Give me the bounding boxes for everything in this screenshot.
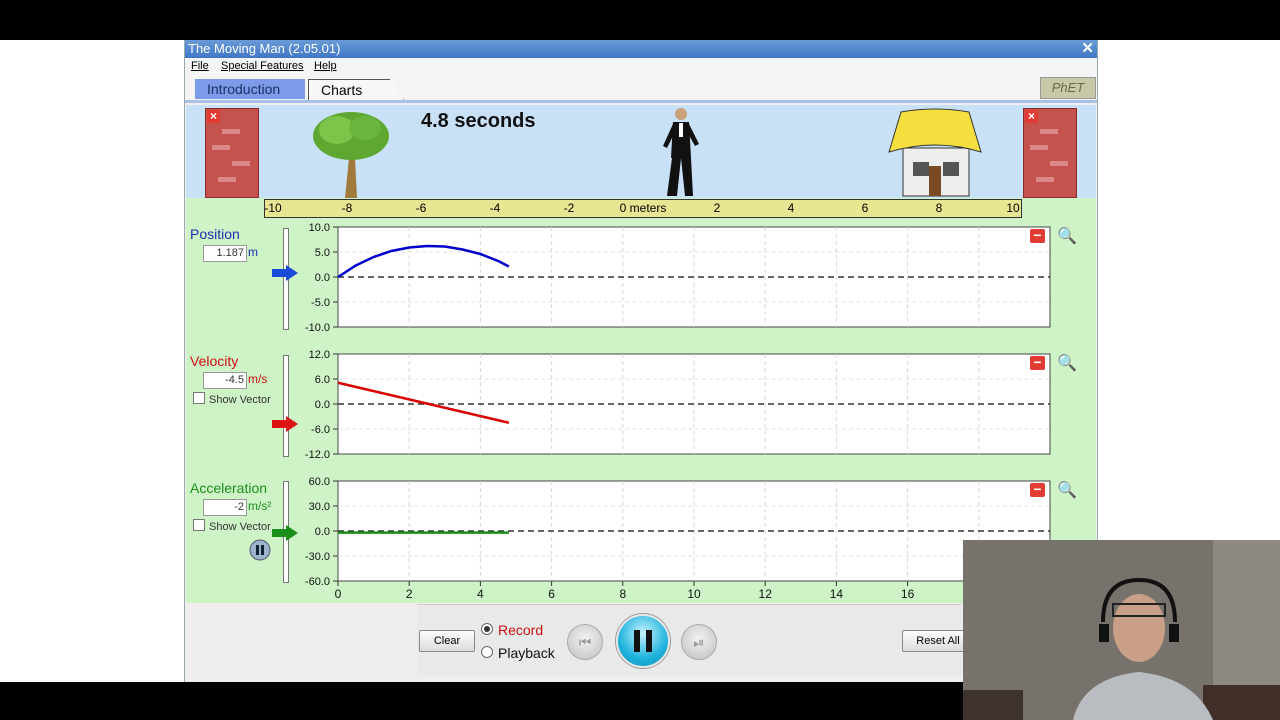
- ruler-tick-label: 2: [713, 201, 721, 215]
- step-forward-button[interactable]: ⏯: [681, 624, 717, 660]
- position-value-field[interactable]: 1.187: [203, 245, 247, 262]
- velocity-y-tick-label: 6.0: [315, 374, 330, 386]
- x-tick-label: 14: [830, 587, 844, 601]
- menu-help[interactable]: Help: [314, 58, 337, 74]
- position-label: Position: [190, 226, 240, 242]
- record-radio[interactable]: Record: [481, 622, 543, 638]
- x-tick-label: 10: [687, 587, 701, 601]
- position-ruler: -10 -8 -6 -4 -2 0 meters 2 4 6 8 10: [264, 199, 1022, 218]
- position-unit: m: [248, 245, 258, 259]
- velocity-y-tick-label: 12.0: [309, 349, 330, 361]
- ruler-tick-label: -4: [489, 201, 501, 215]
- velocity-show-vector-label: Show Vector: [209, 394, 271, 406]
- velocity-unit: m/s: [248, 372, 268, 386]
- menu-bar: File Special Features Help: [185, 58, 1097, 74]
- velocity-value-field[interactable]: -4.5: [203, 372, 247, 389]
- acceleration-unit: m/s²: [248, 499, 272, 513]
- position-y-tick-label: -10.0: [305, 322, 330, 334]
- x-tick-label: 4: [477, 587, 484, 601]
- velocity-label: Velocity: [190, 353, 239, 369]
- pause-button[interactable]: [616, 614, 670, 668]
- position-y-tick-label: 0.0: [315, 272, 330, 284]
- menu-file[interactable]: File: [191, 58, 209, 74]
- acceleration-y-tick-label: 0.0: [315, 526, 330, 538]
- letterbox-top: [0, 0, 1280, 40]
- velocity-show-vector-checkbox[interactable]: Show Vector: [193, 392, 271, 406]
- right-wall-close-icon[interactable]: ×: [1025, 110, 1038, 123]
- x-tick-label: 12: [759, 587, 773, 601]
- tree-icon: [313, 112, 389, 198]
- tab-row: Introduction Charts PhET: [185, 74, 1097, 103]
- left-wall-close-icon[interactable]: ×: [207, 110, 220, 123]
- velocity-y-tick-label: -12.0: [305, 449, 330, 461]
- acceleration-value-field[interactable]: -2: [203, 499, 247, 516]
- webcam-person-image: [963, 540, 1280, 720]
- record-label: Record: [498, 622, 544, 638]
- ruler-tick-label: -6: [415, 201, 427, 215]
- clear-button[interactable]: Clear: [419, 630, 475, 652]
- acceleration-collapse-button[interactable]: −: [1030, 482, 1045, 497]
- window-title: The Moving Man (2.05.01): [188, 41, 341, 56]
- velocity-y-tick-label: -6.0: [311, 424, 330, 436]
- playback-label: Playback: [498, 645, 555, 661]
- ruler-tick-label: -10: [264, 201, 282, 215]
- pause-small-icon[interactable]: [249, 539, 271, 561]
- rewind-button[interactable]: ⏮: [567, 624, 603, 660]
- acceleration-y-tick-label: -30.0: [305, 551, 330, 563]
- tab-charts[interactable]: Charts: [308, 79, 404, 100]
- acceleration-show-vector-label: Show Vector: [209, 521, 271, 533]
- playback-radio[interactable]: Playback: [481, 645, 555, 661]
- acceleration-zoom-in-icon[interactable]: 🔍: [1057, 480, 1077, 500]
- phet-logo: PhET: [1040, 77, 1096, 99]
- webcam-overlay: [963, 540, 1280, 720]
- velocity-collapse-button[interactable]: −: [1030, 355, 1045, 370]
- ruler-tick-label: 6: [861, 201, 869, 215]
- menu-special-features[interactable]: Special Features: [221, 58, 304, 74]
- ruler-tick-label: 8: [935, 201, 943, 215]
- close-icon[interactable]: ✕: [1081, 40, 1094, 58]
- position-zoom-in-icon[interactable]: 🔍: [1057, 226, 1077, 246]
- time-readout: 4.8 seconds: [421, 110, 536, 132]
- moving-man-icon[interactable]: [659, 106, 705, 200]
- x-tick-label: 8: [619, 587, 626, 601]
- position-y-tick-label: 10.0: [309, 222, 330, 234]
- acceleration-y-tick-label: 30.0: [309, 501, 330, 513]
- title-bar: The Moving Man (2.05.01) ✕: [185, 40, 1097, 58]
- ruler-tick-label: -8: [341, 201, 353, 215]
- acceleration-show-vector-checkbox[interactable]: Show Vector: [193, 519, 271, 533]
- position-y-tick-label: 5.0: [315, 247, 330, 259]
- velocity-y-tick-label: 0.0: [315, 399, 330, 411]
- house-icon: [888, 108, 982, 197]
- x-tick-label: 0: [335, 587, 342, 601]
- ruler-tick-label: 0 meters: [619, 201, 667, 215]
- position-collapse-button[interactable]: −: [1030, 228, 1045, 243]
- ruler-tick-label: 10: [1006, 201, 1020, 215]
- acceleration-y-tick-label: -60.0: [305, 576, 330, 588]
- pause-icon: [634, 630, 652, 652]
- x-tick-label: 6: [548, 587, 555, 601]
- app-window: The Moving Man (2.05.01) ✕ File Special …: [184, 40, 1098, 682]
- ruler-tick-label: -2: [563, 201, 575, 215]
- x-tick-label: 16: [901, 587, 915, 601]
- acceleration-label: Acceleration: [190, 480, 268, 496]
- step-forward-icon: ⏯: [693, 634, 705, 650]
- tab-introduction[interactable]: Introduction: [195, 79, 305, 99]
- velocity-zoom-in-icon[interactable]: 🔍: [1057, 353, 1077, 373]
- ruler-tick-label: 4: [787, 201, 795, 215]
- x-tick-label: 2: [406, 587, 413, 601]
- position-y-tick-label: -5.0: [311, 297, 330, 309]
- rewind-icon: ⏮: [578, 634, 592, 650]
- acceleration-y-tick-label: 60.0: [309, 476, 330, 488]
